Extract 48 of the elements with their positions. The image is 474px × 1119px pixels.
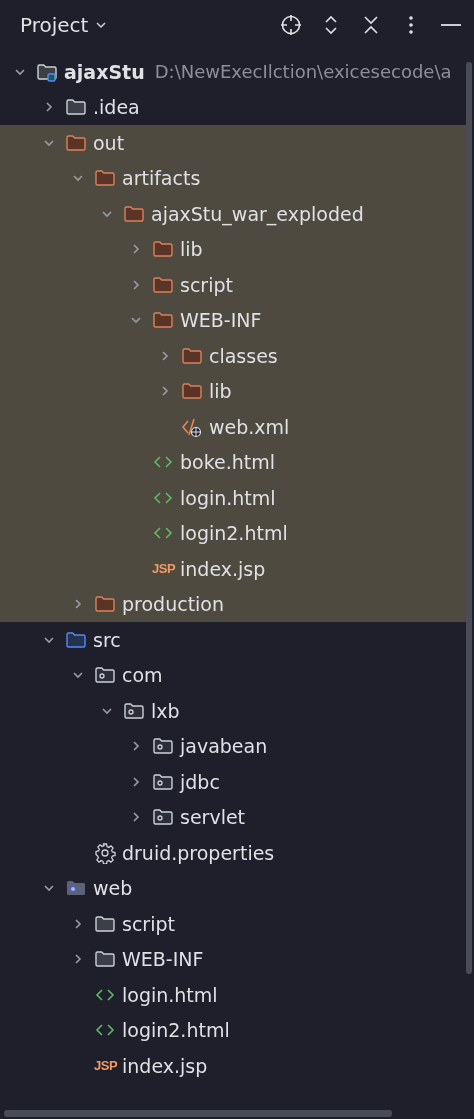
tree-item[interactable]: login2.html bbox=[180, 522, 288, 545]
tree-item[interactable]: ajaxStu bbox=[64, 60, 145, 83]
tree-item[interactable]: com bbox=[122, 664, 163, 687]
chevron-right-icon[interactable] bbox=[130, 243, 142, 256]
tree-item[interactable]: WEB-INF bbox=[180, 309, 262, 332]
tree-item[interactable]: javabean bbox=[180, 735, 268, 758]
crosshair-icon[interactable] bbox=[280, 14, 302, 36]
jsp-file-icon: JSP bbox=[152, 561, 178, 577]
tree-item[interactable]: login.html bbox=[122, 983, 218, 1006]
chevron-right-icon[interactable] bbox=[130, 278, 142, 291]
chevron-right-icon[interactable] bbox=[72, 953, 84, 966]
tree-item[interactable]: ajaxStu_war_exploded bbox=[151, 202, 364, 225]
tree-item[interactable]: script bbox=[122, 912, 175, 935]
tree-item[interactable]: login2.html bbox=[122, 1019, 230, 1042]
tree-item[interactable]: druid.properties bbox=[122, 841, 275, 864]
tree-item[interactable]: lxb bbox=[151, 699, 180, 722]
horizontal-scrollbar[interactable] bbox=[4, 1110, 392, 1117]
tree-item[interactable]: .idea bbox=[93, 96, 140, 119]
chevron-right-icon[interactable] bbox=[72, 598, 84, 611]
chevron-right-icon[interactable] bbox=[130, 811, 142, 824]
tree-item[interactable]: production bbox=[122, 593, 225, 616]
tree-item[interactable]: artifacts bbox=[122, 167, 201, 190]
chevron-right-icon[interactable] bbox=[130, 775, 142, 788]
tree-item[interactable]: lib bbox=[180, 238, 203, 261]
tree-item[interactable]: login.html bbox=[180, 486, 276, 509]
chevron-right-icon[interactable] bbox=[72, 917, 84, 930]
tree-item[interactable]: web.xml bbox=[209, 415, 290, 438]
tree-item[interactable]: boke.html bbox=[180, 451, 276, 474]
tree-item[interactable]: out bbox=[93, 131, 125, 154]
tree-item[interactable]: web bbox=[93, 877, 133, 900]
chevron-right-icon[interactable] bbox=[130, 740, 142, 753]
vertical-scrollbar[interactable] bbox=[466, 62, 472, 974]
chevron-right-icon[interactable] bbox=[159, 349, 171, 362]
gear-icon bbox=[94, 841, 116, 864]
tree-item[interactable]: servlet bbox=[180, 806, 246, 829]
tree-item[interactable]: lib bbox=[209, 380, 232, 403]
chevron-right-icon[interactable] bbox=[159, 385, 171, 398]
project-path: D:\NewExecIlction\exicesecode\a bbox=[154, 61, 452, 83]
chevron-right-icon[interactable] bbox=[43, 101, 55, 114]
panel-title[interactable]: Project bbox=[20, 13, 89, 37]
tree-item[interactable]: index.jsp bbox=[180, 557, 266, 580]
tree-item[interactable]: src bbox=[93, 628, 121, 651]
tree-item[interactable]: jdbc bbox=[180, 770, 220, 793]
jsp-file-icon: JSP bbox=[94, 1058, 120, 1074]
tree-item[interactable]: classes bbox=[209, 344, 278, 367]
tree-item[interactable]: index.jsp bbox=[122, 1054, 208, 1077]
tree-item[interactable]: script bbox=[180, 273, 233, 296]
tree-item[interactable]: WEB-INF bbox=[122, 948, 204, 971]
